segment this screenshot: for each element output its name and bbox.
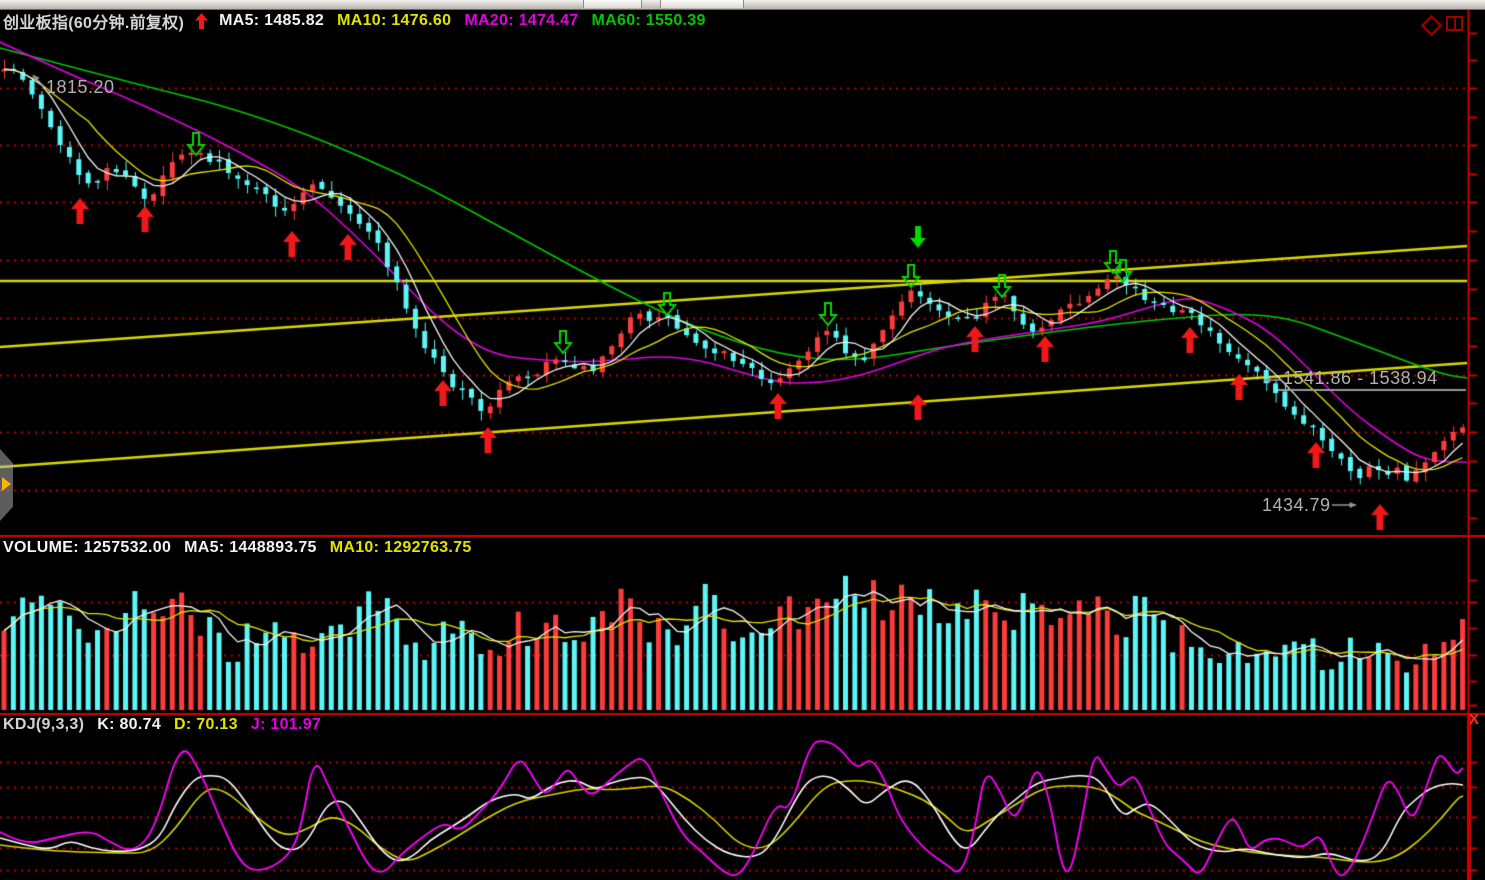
main-chart-header: 创业板指(60分钟.前复权) MA5: 1485.82 MA10: 1476.6… [3,9,706,33]
ma20-value: MA20: 1474.47 [464,12,578,30]
kdj-j-value: J: 101.97 [251,716,321,734]
kdj-k-value: K: 80.74 [97,716,161,734]
app-root: 创业板指(60分钟.前复权) MA5: 1485.82 MA10: 1476.6… [0,0,1485,880]
price-label-high: 1815.20 [46,77,115,98]
up-arrow-icon [195,13,208,29]
ma5-value: MA5: 1485.82 [219,12,324,30]
price-label-low: 1434.79 [1262,495,1331,516]
split-panes-icon[interactable] [1446,16,1463,31]
ma10-value: MA10: 1476.60 [337,12,451,30]
instrument-title: 创业板指(60分钟.前复权) [3,9,184,33]
toolbar-button[interactable] [583,0,642,8]
chart-canvas[interactable] [0,0,1485,880]
ma60-value: MA60: 1550.39 [592,12,706,30]
kdj-d-value: D: 70.13 [174,716,238,734]
volume-value: VOLUME: 1257532.00 [3,539,171,557]
kdj-panel-header: KDJ(9,3,3) K: 80.74 D: 70.13 J: 101.97 [3,716,321,734]
pane-divider [1454,18,1456,29]
price-label-range: 1541.86 - 1538.94 [1283,368,1438,389]
toolbar-button[interactable] [660,0,744,8]
volume-panel-header: VOLUME: 1257532.00 MA5: 1448893.75 MA10:… [3,539,472,557]
top-toolbar [0,0,1485,10]
kdj-name: KDJ(9,3,3) [3,716,84,734]
volume-ma10-value: MA10: 1292763.75 [330,539,472,557]
expand-arrow-icon [2,477,11,491]
volume-ma5-value: MA5: 1448893.75 [184,539,317,557]
close-pane-icon[interactable]: X [1469,712,1479,727]
